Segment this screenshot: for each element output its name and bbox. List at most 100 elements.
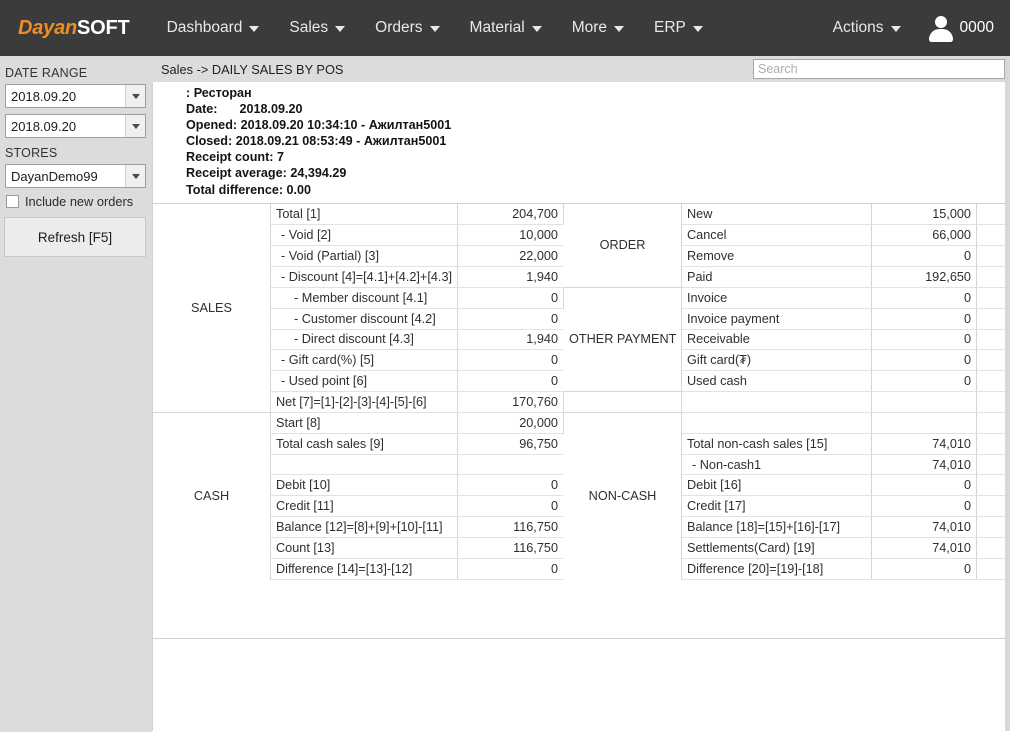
nav-item-sales[interactable]: Sales bbox=[278, 11, 356, 45]
table-row[interactable]: - Member discount [4.1]0OTHER PAYMENTInv… bbox=[153, 287, 1010, 308]
opened-line-label: Opened: bbox=[186, 118, 237, 132]
logo-text-secondary: SOFT bbox=[77, 17, 130, 39]
row-value-cell: 0 bbox=[458, 496, 564, 517]
row-name-cell: Invoice payment bbox=[682, 308, 872, 329]
row-name-cell: Credit [11] bbox=[271, 496, 458, 517]
row-value-cell: 0 bbox=[872, 350, 977, 371]
date-to-select[interactable]: 2018.09.20 bbox=[5, 114, 146, 138]
table-row[interactable]: Net [7]=[1]-[2]-[3]-[4]-[5]-[6]170,760 bbox=[153, 392, 1010, 413]
opened-line: Opened: 2018.09.20 10:34:10 - Ажилтан500… bbox=[186, 117, 451, 133]
include-new-orders-label: Include new orders bbox=[25, 194, 133, 209]
group-label-cell: NON-CASH bbox=[564, 412, 682, 579]
receipt-average-label: Receipt average: bbox=[186, 166, 287, 180]
nav-item-more[interactable]: More bbox=[561, 11, 635, 45]
nav-item-label: ERP bbox=[654, 19, 686, 37]
vertical-scrollbar[interactable] bbox=[1005, 56, 1010, 731]
row-name-cell: Balance [12]=[8]+[9]+[10]-[11] bbox=[271, 517, 458, 538]
row-value-cell: 66,000 bbox=[872, 225, 977, 246]
row-name-cell: - Non-cash1 bbox=[682, 454, 872, 475]
chevron-down-icon bbox=[532, 26, 542, 32]
row-name-cell bbox=[682, 412, 872, 433]
row-name-cell: Total [1] bbox=[271, 204, 458, 225]
row-value-cell: 0 bbox=[872, 246, 977, 267]
row-name-cell: Settlements(Card) [19] bbox=[682, 538, 872, 559]
nav-item-label: Material bbox=[470, 19, 525, 37]
row-value-cell: 22,000 bbox=[458, 246, 564, 267]
nav-item-label: More bbox=[572, 19, 607, 37]
row-name-cell: Invoice bbox=[682, 287, 872, 308]
row-value-cell: 0 bbox=[872, 287, 977, 308]
row-name-cell: - Direct discount [4.3] bbox=[271, 329, 458, 350]
refresh-button[interactable]: Refresh [F5] bbox=[4, 217, 146, 257]
store-value: DayanDemo99 bbox=[6, 169, 125, 184]
sales-summary-table: SALESTotal [1]204,700ORDERNew15,000- Voi… bbox=[152, 204, 1010, 580]
nav-item-erp[interactable]: ERP bbox=[643, 11, 714, 45]
chevron-down-icon[interactable] bbox=[125, 115, 145, 137]
nav-item-label: Dashboard bbox=[167, 19, 243, 37]
panel-left-divider bbox=[152, 82, 153, 731]
row-name-cell: Balance [18]=[15]+[16]-[17] bbox=[682, 517, 872, 538]
row-value-cell: 74,010 bbox=[872, 517, 977, 538]
pos-summary-lines: : Ресторан Date: 2018.09.20 Opened: 2018… bbox=[186, 85, 451, 198]
opened-line-value: 2018.09.20 10:34:10 - Ажилтан5001 bbox=[241, 118, 452, 132]
date-line-value: 2018.09.20 bbox=[240, 102, 303, 116]
row-value-cell: 116,750 bbox=[458, 517, 564, 538]
row-name-cell: Paid bbox=[682, 267, 872, 288]
nav-item-label: Actions bbox=[833, 19, 884, 37]
nav-item-actions[interactable]: Actions bbox=[822, 11, 912, 45]
receipt-average-line: Receipt average: 24,394.29 bbox=[186, 165, 451, 181]
app-logo[interactable]: DayanSOFT bbox=[18, 17, 130, 40]
row-name-cell: - Void (Partial) [3] bbox=[271, 246, 458, 267]
row-name-cell: - Member discount [4.1] bbox=[271, 287, 458, 308]
row-value-cell: 0 bbox=[458, 350, 564, 371]
date-from-value: 2018.09.20 bbox=[6, 89, 125, 104]
row-value-cell: 204,700 bbox=[458, 204, 564, 225]
row-value-cell: 96,750 bbox=[458, 433, 564, 454]
group-label-cell: SALES bbox=[153, 204, 271, 412]
row-name-cell: Debit [10] bbox=[271, 475, 458, 496]
row-value-cell: 0 bbox=[458, 308, 564, 329]
chevron-down-icon[interactable] bbox=[125, 85, 145, 107]
nav-item-dashboard[interactable]: Dashboard bbox=[156, 11, 271, 45]
nav-item-material[interactable]: Material bbox=[459, 11, 553, 45]
row-name-cell: Used cash bbox=[682, 371, 872, 392]
date-from-select[interactable]: 2018.09.20 bbox=[5, 84, 146, 108]
table-row[interactable]: CASHStart [8]20,000NON-CASH bbox=[153, 412, 1010, 433]
search-container bbox=[753, 59, 1005, 79]
date-to-value: 2018.09.20 bbox=[6, 119, 125, 134]
user-account-button[interactable]: 0000 bbox=[926, 13, 994, 43]
row-value-cell: 116,750 bbox=[458, 538, 564, 559]
total-difference-line: Total difference: 0.00 bbox=[186, 182, 451, 198]
chevron-down-icon bbox=[430, 26, 440, 32]
row-name-cell: Difference [20]=[19]-[18] bbox=[682, 558, 872, 579]
avatar-icon bbox=[926, 13, 956, 43]
include-new-orders-checkbox[interactable] bbox=[6, 195, 19, 208]
row-name-cell: Debit [16] bbox=[682, 475, 872, 496]
include-new-orders-row[interactable]: Include new orders bbox=[6, 194, 152, 209]
date-range-label: DATE RANGE bbox=[0, 64, 152, 84]
grid-empty-area bbox=[152, 638, 1005, 732]
nav-item-orders[interactable]: Orders bbox=[364, 11, 450, 45]
row-value-cell bbox=[458, 454, 564, 475]
row-value-cell: 0 bbox=[872, 308, 977, 329]
row-name-cell: Credit [17] bbox=[682, 496, 872, 517]
search-input[interactable] bbox=[753, 59, 1005, 79]
closed-line-label: Closed: bbox=[186, 134, 232, 148]
main-content-panel: Sales -> DAILY SALES BY POS : Ресторан D… bbox=[152, 56, 1010, 731]
closed-line: Closed: 2018.09.21 08:53:49 - Ажилтан500… bbox=[186, 133, 451, 149]
row-name-cell: - Void [2] bbox=[271, 225, 458, 246]
row-value-cell: 15,000 bbox=[872, 204, 977, 225]
table-row[interactable]: SALESTotal [1]204,700ORDERNew15,000 bbox=[153, 204, 1010, 225]
breadcrumb-bar: Sales -> DAILY SALES BY POS bbox=[152, 56, 1010, 82]
row-value-cell: 0 bbox=[872, 475, 977, 496]
row-value-cell: 74,010 bbox=[872, 454, 977, 475]
daily-sales-grid: SALESTotal [1]204,700ORDERNew15,000- Voi… bbox=[152, 203, 1010, 732]
row-name-cell: - Discount [4]=[4.1]+[4.2]+[4.3] bbox=[271, 267, 458, 288]
row-value-cell: 0 bbox=[458, 287, 564, 308]
row-name-cell: Total cash sales [9] bbox=[271, 433, 458, 454]
row-value-cell: 0 bbox=[458, 558, 564, 579]
chevron-down-icon[interactable] bbox=[125, 165, 145, 187]
receipt-average-value: 24,394.29 bbox=[290, 166, 346, 180]
store-select[interactable]: DayanDemo99 bbox=[5, 164, 146, 188]
avatar-head bbox=[935, 16, 947, 28]
